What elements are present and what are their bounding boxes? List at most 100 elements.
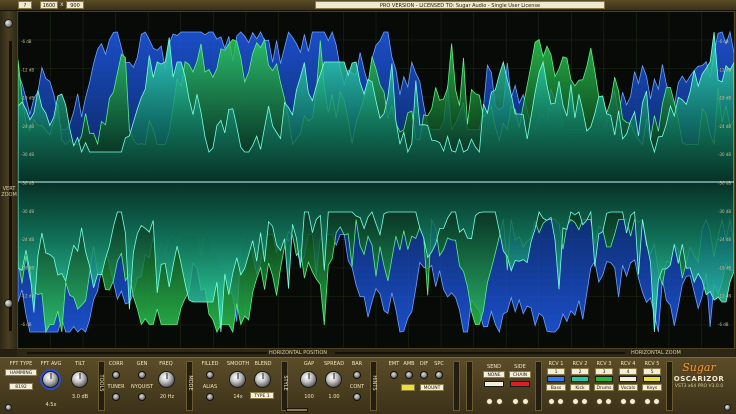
style-label: STYLE xyxy=(282,375,288,391)
rcv-number-button[interactable]: 3 xyxy=(595,368,613,375)
alias-toggle[interactable] xyxy=(206,393,214,401)
side-edit-icon[interactable] xyxy=(512,398,519,405)
smooth-label: SMOOTH xyxy=(226,361,250,367)
top-bar: ? 1600 x 900 PRO VERSION - LICENSED TO: … xyxy=(0,0,736,11)
oscilloscope-display[interactable]: -6 dB -12 dB -18 dB -24 dB -30 dB -36 dB -30 d… xyxy=(17,11,735,349)
waveform-canvas[interactable]: -6 dB -12 dB -18 dB -24 dB -30 dB -36 dB -30 d… xyxy=(18,12,734,348)
nyquist-toggle[interactable] xyxy=(138,393,146,401)
emt-toggle[interactable] xyxy=(390,371,398,379)
help-button[interactable]: ? xyxy=(18,1,32,9)
screw-icon xyxy=(4,299,13,308)
gen-toggle[interactable] xyxy=(138,371,146,379)
mode-label: MODE xyxy=(187,375,193,391)
filled-toggle[interactable] xyxy=(206,371,214,379)
resize-handle[interactable] xyxy=(286,408,308,412)
rcv-link-icon[interactable] xyxy=(581,398,588,405)
db-label-right: -12 dB xyxy=(718,67,731,72)
gap-knob[interactable] xyxy=(300,371,317,388)
rcv-name-field[interactable]: Drums xyxy=(594,384,614,391)
tuner-toggle[interactable] xyxy=(112,393,120,401)
rcv-name-field[interactable]: Bass xyxy=(546,384,566,391)
spread-label: SPREAD xyxy=(323,361,345,367)
send-select[interactable]: NONE xyxy=(483,371,505,378)
rcv-link-icon[interactable] xyxy=(605,398,612,405)
smooth-value: 14x xyxy=(233,394,243,400)
db-label-left: -36 dB xyxy=(21,181,34,186)
side-color-swatch[interactable] xyxy=(510,381,530,387)
horizontal-position-slider[interactable] xyxy=(335,352,625,354)
bar-toggle[interactable] xyxy=(353,371,361,379)
rcv-color-swatch[interactable] xyxy=(619,376,637,382)
horizontal-position-label: HORIZONTAL POSITION xyxy=(269,350,328,356)
send-color-swatch[interactable] xyxy=(484,381,504,387)
rcv-number-button[interactable]: 5 xyxy=(643,368,661,375)
tilt-knob[interactable] xyxy=(71,371,88,388)
tilt-label: TILT xyxy=(75,361,85,367)
side-chain-select[interactable]: CHAIN xyxy=(509,371,531,378)
rcv-edit-icon[interactable] xyxy=(596,398,603,405)
rcv-edit-icon[interactable] xyxy=(548,398,555,405)
rcv-strip[interactable] xyxy=(535,361,542,411)
db-label-left: -12 dB xyxy=(21,294,34,299)
rcv-name-field[interactable]: Kick xyxy=(570,384,590,391)
rcv-label: RCV 5 xyxy=(644,361,660,367)
dif-label: DIF xyxy=(419,361,429,367)
spread-value: 1.00 xyxy=(328,394,340,400)
blend-type-select[interactable]: TYPE 1 xyxy=(250,392,274,399)
db-label-left: -24 dB xyxy=(21,124,34,129)
amb-toggle[interactable] xyxy=(405,371,413,379)
rcv-color-swatch[interactable] xyxy=(643,376,661,382)
rcv-number-button[interactable]: 2 xyxy=(571,368,589,375)
rcv-name-field[interactable]: Keys xyxy=(642,384,662,391)
rcv-edit-icon[interactable] xyxy=(620,398,627,405)
freq-knob[interactable] xyxy=(158,371,175,388)
db-label-left: -18 dB xyxy=(21,265,34,270)
rcv-color-swatch[interactable] xyxy=(547,376,565,382)
blend-knob[interactable] xyxy=(254,371,271,388)
spc-label: SPC xyxy=(434,361,444,367)
filled-label: FILLED xyxy=(201,361,219,367)
left-strip-b[interactable] xyxy=(466,361,473,411)
horizontal-position-track[interactable] xyxy=(27,352,267,354)
dif-toggle[interactable] xyxy=(420,371,428,379)
corr-toggle[interactable] xyxy=(112,371,120,379)
fft-type-select[interactable]: HAMMING xyxy=(5,369,37,376)
gap-label: GAP xyxy=(303,361,315,367)
db-label-right: -36 dB xyxy=(718,181,731,186)
rcv-color-swatch[interactable] xyxy=(571,376,589,382)
gen-label: GEN xyxy=(136,361,148,367)
width-field[interactable]: 1600 xyxy=(40,1,58,9)
rcv-link-icon[interactable] xyxy=(653,398,660,405)
rcv-color-swatch[interactable] xyxy=(595,376,613,382)
db-label-right: -18 dB xyxy=(718,96,731,101)
spread-knob[interactable] xyxy=(325,371,342,388)
fft-size-select[interactable]: 8192 xyxy=(9,383,33,390)
db-label-right: -6 dB xyxy=(718,322,729,327)
spc-toggle[interactable] xyxy=(435,371,443,379)
rcv-link-icon[interactable] xyxy=(557,398,564,405)
freq-label: FREQ xyxy=(159,361,173,367)
left-strip-a[interactable] xyxy=(453,361,460,411)
db-label-right: -24 dB xyxy=(718,237,731,242)
rcv-edit-icon[interactable] xyxy=(644,398,651,405)
db-label-left: -24 dB xyxy=(21,237,34,242)
send-edit-icon[interactable] xyxy=(486,398,493,405)
horizontal-controls: HORIZONTAL POSITION HORIZONTAL ZOOM xyxy=(17,349,735,357)
side-link-icon[interactable] xyxy=(522,398,529,405)
rcv-number-button[interactable]: 4 xyxy=(619,368,637,375)
fft-avg-value: 4.5x xyxy=(45,402,57,408)
cont-toggle[interactable] xyxy=(353,393,361,401)
send-link-icon[interactable] xyxy=(496,398,503,405)
mount-button[interactable]: MOUNT xyxy=(420,384,444,391)
db-label-right: -6 dB xyxy=(718,39,729,44)
rcv-edit-icon[interactable] xyxy=(572,398,579,405)
fft-avg-knob[interactable] xyxy=(42,371,59,388)
mount-indicator[interactable] xyxy=(401,384,415,391)
tools-label: TOOLS xyxy=(98,374,104,392)
smooth-knob[interactable] xyxy=(229,371,246,388)
rcv-name-field[interactable]: Vocals xyxy=(618,384,638,391)
rcv-link-icon[interactable] xyxy=(629,398,636,405)
db-label-right: -30 dB xyxy=(718,152,731,157)
rcv-number-button[interactable]: 1 xyxy=(547,368,565,375)
height-field[interactable]: 900 xyxy=(66,1,84,9)
